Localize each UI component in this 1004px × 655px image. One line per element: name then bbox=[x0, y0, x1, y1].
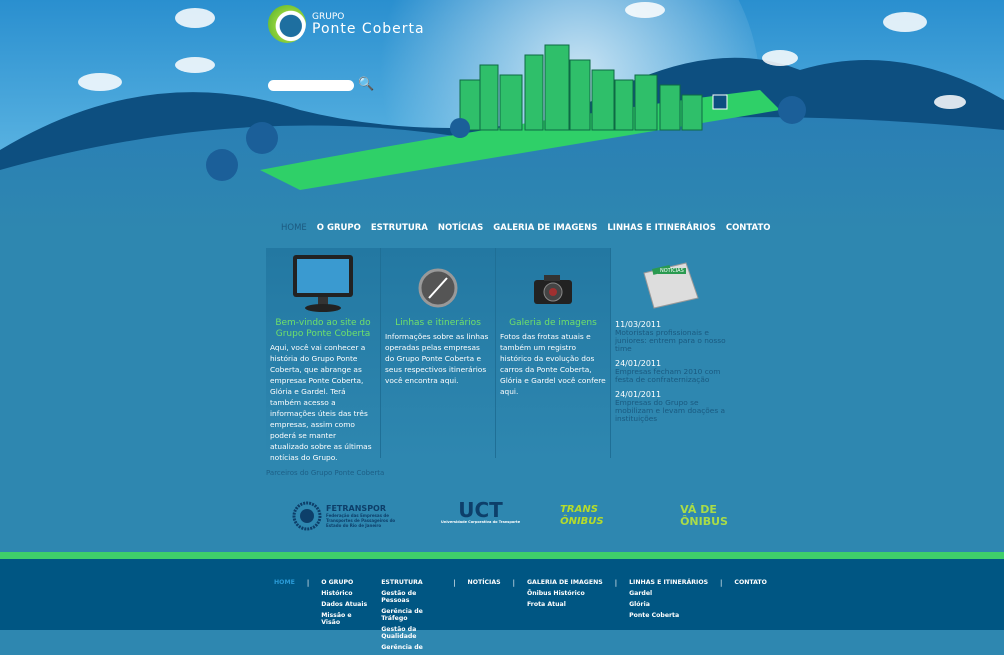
gallery-column: Galeria de imagens Fotos das frotas atua… bbox=[496, 248, 611, 458]
gallery-title[interactable]: Galeria de imagens bbox=[500, 318, 606, 329]
newspaper-icon[interactable] bbox=[636, 253, 706, 313]
footer: HOME | O GRUPO Histórico Dados Atuais Miss… bbox=[0, 559, 1004, 651]
news-link[interactable]: Empresas do Grupo se mobilizam e levam d… bbox=[615, 399, 727, 423]
news-link[interactable]: Empresas fecham 2010 com festa de confra… bbox=[615, 368, 727, 384]
footer-accent-bar bbox=[0, 552, 1004, 559]
nav-estrutura[interactable]: ESTRUTURA bbox=[366, 223, 433, 233]
partner-name: VÁ DE ÔNIBUS bbox=[680, 503, 728, 528]
partner-sub: Universidade Corporativa do Transporte bbox=[441, 520, 521, 524]
gallery-text: Fotos das frotas atuais e também um regi… bbox=[500, 332, 606, 396]
divider: | bbox=[306, 579, 310, 587]
partner-name: FETRANSPOR bbox=[326, 504, 387, 513]
search-form: 🔍 bbox=[268, 78, 374, 92]
monitor-icon[interactable] bbox=[288, 253, 358, 313]
welcome-title[interactable]: Bem-vindo ao site do Grupo Ponte Coberta bbox=[270, 318, 376, 340]
footer-contato[interactable]: CONTATO bbox=[734, 579, 767, 586]
partner-fetranspor[interactable]: FETRANSPOR Federação das Empresas de Tran… bbox=[292, 500, 401, 532]
news-badge: NOTÍCIAS bbox=[658, 268, 686, 274]
nav-noticias[interactable]: NOTÍCIAS bbox=[433, 223, 488, 233]
main-nav: HOME O GRUPO ESTRUTURA NOTÍCIAS GALERIA … bbox=[276, 223, 776, 233]
nav-linhas[interactable]: LINHAS E ITINERÁRIOS bbox=[602, 223, 720, 233]
lines-text: Informações sobre as linhas operadas pel… bbox=[385, 332, 489, 385]
city-landscape-illustration bbox=[0, 0, 1004, 290]
hero-banner bbox=[0, 0, 1004, 290]
partners-label: Parceiros do Grupo Ponte Coberta bbox=[266, 469, 385, 477]
partner-uct[interactable]: UCT Universidade Corporativa do Transpor… bbox=[441, 500, 520, 532]
footer-link[interactable]: Frota Atual bbox=[527, 601, 603, 608]
fetranspor-seal-icon bbox=[292, 501, 322, 531]
footer-link[interactable]: Glória bbox=[629, 601, 708, 608]
footer-o-grupo[interactable]: O GRUPO bbox=[321, 579, 369, 586]
nav-contato[interactable]: CONTATO bbox=[721, 223, 776, 233]
partners-logos: FETRANSPOR Federação das Empresas de Tran… bbox=[292, 500, 760, 532]
bus-stop-sign bbox=[712, 94, 728, 110]
footer-noticias[interactable]: NOTÍCIAS bbox=[468, 579, 501, 586]
footer-link[interactable]: Ponte Coberta bbox=[629, 612, 708, 619]
partner-sub: Federação das Empresas de Transportes de… bbox=[326, 513, 396, 528]
welcome-text: Aqui, você vai conhecer a história do Gr… bbox=[270, 343, 372, 462]
search-icon[interactable]: 🔍 bbox=[358, 78, 374, 92]
lines-title[interactable]: Linhas e itinerários bbox=[385, 318, 491, 329]
compass-icon[interactable] bbox=[413, 258, 463, 308]
divider: | bbox=[720, 579, 723, 587]
footer-home[interactable]: HOME bbox=[274, 579, 295, 586]
nav-home[interactable]: HOME bbox=[276, 223, 312, 233]
divider: | bbox=[614, 579, 618, 587]
footer-galeria[interactable]: GALERIA DE IMAGENS bbox=[527, 579, 603, 586]
logo[interactable]: GRUPO Ponte Coberta bbox=[268, 5, 425, 43]
logo-mark-icon bbox=[268, 5, 306, 43]
footer-link[interactable]: Gestão da Qualidade bbox=[381, 626, 441, 640]
footer-estrutura[interactable]: ESTRUTURA bbox=[381, 579, 441, 586]
footer-link[interactable]: Dados Atuais bbox=[321, 601, 369, 608]
footer-link[interactable]: Gerência de bbox=[381, 644, 441, 651]
footer-link[interactable]: Gestão de Pessoas bbox=[381, 590, 441, 604]
news-column: 11/03/2011 Motoristas profissionais e ju… bbox=[611, 248, 731, 458]
welcome-column: Bem-vindo ao site do Grupo Ponte Coberta… bbox=[266, 248, 381, 462]
partner-trans-onibus[interactable]: TRANS ÔNIBUS bbox=[560, 500, 640, 532]
divider: | bbox=[512, 579, 515, 587]
nav-galeria[interactable]: GALERIA DE IMAGENS bbox=[488, 223, 602, 233]
nav-o-grupo[interactable]: O GRUPO bbox=[312, 223, 366, 233]
footer-link[interactable]: Histórico bbox=[321, 590, 369, 597]
footer-linhas[interactable]: LINHAS E ITINERÁRIOS bbox=[629, 579, 708, 586]
partner-name: UCT bbox=[458, 498, 503, 522]
footer-link[interactable]: Missão e Visão bbox=[321, 612, 369, 626]
footer-link[interactable]: Ônibus Histórico bbox=[527, 590, 603, 597]
logo-line2: Ponte Coberta bbox=[312, 20, 425, 37]
footer-nav: HOME | O GRUPO Histórico Dados Atuais Miss… bbox=[274, 579, 779, 655]
search-input[interactable] bbox=[268, 79, 354, 91]
feature-columns: Bem-vindo ao site do Grupo Ponte Coberta… bbox=[266, 248, 731, 462]
camera-icon[interactable] bbox=[528, 258, 578, 308]
partner-name: TRANS ÔNIBUS bbox=[560, 504, 604, 527]
news-link[interactable]: Motoristas profissionais e juniores: ent… bbox=[615, 329, 727, 353]
divider: | bbox=[453, 579, 456, 587]
footer-link[interactable]: Gerência de Tráfego bbox=[381, 608, 441, 622]
footer-link[interactable]: Gardel bbox=[629, 590, 708, 597]
partner-va-de-onibus[interactable]: VÁ DE ÔNIBUS bbox=[680, 500, 760, 532]
lines-column: Linhas e itinerários Informações sobre a… bbox=[381, 248, 496, 458]
